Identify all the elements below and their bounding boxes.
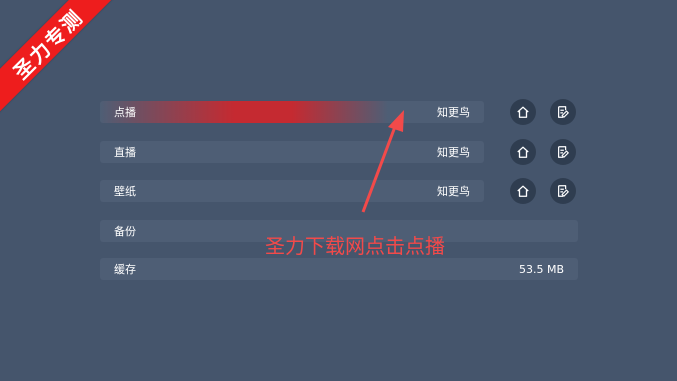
edit-button-wallpaper[interactable] xyxy=(550,178,576,204)
setting-row-cache[interactable]: 缓存 53.5 MB xyxy=(100,258,578,280)
edit-button-live[interactable] xyxy=(550,139,576,165)
home-button-wallpaper[interactable] xyxy=(510,178,536,204)
row-label: 直播 xyxy=(114,146,136,159)
row-value: 知更鸟 xyxy=(437,185,470,198)
home-icon xyxy=(517,106,529,118)
watermark-text: 圣力专测 xyxy=(8,4,88,84)
edit-button-vod[interactable] xyxy=(550,99,576,125)
setting-row-live[interactable]: 直播 知更鸟 xyxy=(100,141,484,163)
home-button-vod[interactable] xyxy=(510,99,536,125)
home-icon xyxy=(517,185,529,197)
cache-size: 53.5 MB xyxy=(518,262,564,276)
row-value: 知更鸟 xyxy=(437,106,470,119)
edit-icon xyxy=(558,106,569,118)
edit-icon xyxy=(558,146,569,158)
watermark-ribbon: 圣力专测 xyxy=(0,0,118,114)
annotation-text: 圣力下载网点击点播 xyxy=(265,234,445,258)
setting-row-vod[interactable]: 点播 知更鸟 xyxy=(100,101,484,123)
row-label: 缓存 xyxy=(114,263,136,276)
home-icon xyxy=(517,146,529,158)
row-label: 壁纸 xyxy=(114,185,136,198)
home-button-live[interactable] xyxy=(510,139,536,165)
setting-row-wallpaper[interactable]: 壁纸 知更鸟 xyxy=(100,180,484,202)
row-value: 知更鸟 xyxy=(437,146,470,159)
edit-icon xyxy=(558,185,569,197)
row-label: 点播 xyxy=(114,106,136,119)
